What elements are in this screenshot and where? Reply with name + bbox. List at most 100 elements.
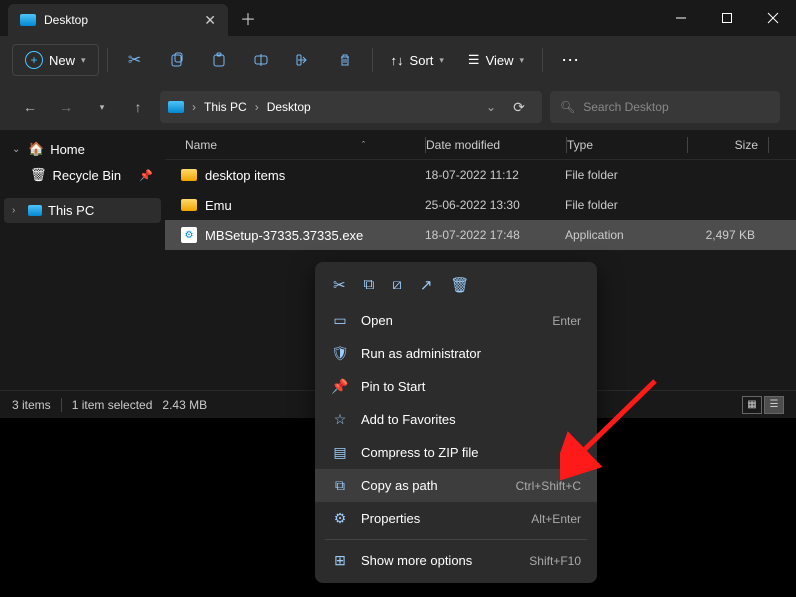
tab-title: Desktop bbox=[44, 13, 88, 27]
more-button[interactable]: ⋯ bbox=[551, 44, 589, 77]
file-row[interactable]: Emu 25-06-2022 13:30 File folder bbox=[165, 190, 796, 220]
maximize-button[interactable] bbox=[704, 0, 750, 36]
sidebar-label: Recycle Bin bbox=[53, 168, 122, 183]
chevron-down-icon: ▾ bbox=[439, 55, 444, 66]
star-icon: ☆ bbox=[331, 411, 349, 428]
pin-icon: 📌 bbox=[139, 169, 153, 182]
sidebar-item-recycle[interactable]: 🗑 Recycle Bin 📌 bbox=[4, 162, 161, 188]
status-items: 3 items bbox=[12, 398, 51, 412]
ctx-copy-as-path[interactable]: ⧉ Copy as path Ctrl+Shift+C bbox=[315, 469, 597, 502]
titlebar: Desktop ✕ ＋ bbox=[0, 0, 796, 36]
sort-indicator-icon: ˆ bbox=[362, 140, 365, 150]
more-icon: ⊞ bbox=[331, 552, 349, 569]
separator bbox=[325, 539, 587, 540]
close-button[interactable] bbox=[750, 0, 796, 36]
sidebar-label: This PC bbox=[48, 203, 94, 218]
ctx-run-admin[interactable]: 🛡 Run as administrator bbox=[315, 337, 597, 370]
separator bbox=[542, 48, 543, 72]
properties-icon: ⚙ bbox=[331, 510, 349, 527]
desktop-icon bbox=[20, 14, 36, 26]
sidebar: ⌄ 🏠 Home 🗑 Recycle Bin 📌 › This PC bbox=[0, 130, 165, 390]
details-view-button[interactable]: ☰ bbox=[764, 396, 784, 414]
search-icon: 🔍︎ bbox=[560, 100, 575, 114]
chevron-right-icon: › bbox=[12, 205, 22, 216]
copy-path-icon: ⧉ bbox=[331, 477, 349, 494]
up-button[interactable]: ↑ bbox=[124, 93, 152, 121]
window-controls bbox=[658, 0, 796, 36]
plus-icon: + bbox=[25, 51, 43, 69]
breadcrumb-current[interactable]: Desktop bbox=[267, 100, 311, 114]
share-icon[interactable] bbox=[284, 42, 322, 78]
application-icon: ⚙ bbox=[181, 227, 197, 243]
column-headers: Nameˆ Date modified Type Size bbox=[165, 130, 796, 160]
new-tab-button[interactable]: ＋ bbox=[240, 6, 256, 30]
minimize-button[interactable] bbox=[658, 0, 704, 36]
copy-icon[interactable] bbox=[158, 42, 196, 78]
location-icon bbox=[168, 101, 184, 113]
close-tab-icon[interactable]: ✕ bbox=[204, 12, 216, 29]
breadcrumb-root[interactable]: This PC bbox=[204, 100, 247, 114]
zip-icon: ▤ bbox=[331, 444, 349, 461]
copy-icon[interactable]: ⧉ bbox=[364, 276, 375, 294]
chevron-down-icon: ▾ bbox=[81, 55, 86, 66]
cut-icon[interactable]: ✂ bbox=[116, 42, 154, 78]
breadcrumb[interactable]: › This PC › Desktop ⌄ ⟳ bbox=[160, 91, 542, 123]
context-quick-actions: ✂ ⧉ ⧄ ↗ 🗑 bbox=[315, 268, 597, 304]
refresh-icon[interactable]: ⟳ bbox=[504, 99, 534, 116]
file-row[interactable]: ⚙MBSetup-37335.37335.exe 18-07-2022 17:4… bbox=[165, 220, 796, 250]
pin-icon: 📌 bbox=[331, 378, 349, 395]
view-toggles: ▦ ☰ bbox=[742, 396, 784, 414]
column-date[interactable]: Date modified bbox=[426, 138, 566, 152]
column-name[interactable]: Nameˆ bbox=[165, 138, 425, 152]
sidebar-item-thispc[interactable]: › This PC bbox=[4, 198, 161, 223]
cut-icon[interactable]: ✂ bbox=[333, 276, 346, 294]
view-button[interactable]: ☰ View ▾ bbox=[458, 46, 534, 74]
context-menu: ✂ ⧉ ⧄ ↗ 🗑 ▭ Open Enter 🛡 Run as administ… bbox=[315, 262, 597, 583]
delete-icon[interactable]: 🗑 bbox=[450, 276, 469, 294]
ctx-show-more[interactable]: ⊞ Show more options Shift+F10 bbox=[315, 544, 597, 577]
ctx-open[interactable]: ▭ Open Enter bbox=[315, 304, 597, 337]
new-button[interactable]: + New ▾ bbox=[12, 44, 99, 76]
recent-button[interactable]: ▾ bbox=[88, 93, 116, 121]
chevron-right-icon: › bbox=[255, 100, 259, 114]
rename-icon[interactable] bbox=[242, 42, 280, 78]
chevron-down-icon: ▾ bbox=[520, 55, 525, 66]
sort-icon: ↑↓ bbox=[391, 53, 404, 68]
address-bar: ← → ▾ ↑ › This PC › Desktop ⌄ ⟳ 🔍︎ Searc… bbox=[0, 84, 796, 130]
ctx-properties[interactable]: ⚙ Properties Alt+Enter bbox=[315, 502, 597, 535]
column-type[interactable]: Type bbox=[567, 138, 687, 152]
new-label: New bbox=[49, 53, 75, 68]
ctx-add-favorites[interactable]: ☆ Add to Favorites bbox=[315, 403, 597, 436]
paste-icon[interactable] bbox=[200, 42, 238, 78]
back-button[interactable]: ← bbox=[16, 93, 44, 121]
column-size[interactable]: Size bbox=[688, 138, 768, 152]
rename-icon[interactable]: ⧄ bbox=[392, 276, 402, 294]
ctx-pin-start[interactable]: 📌 Pin to Start bbox=[315, 370, 597, 403]
share-icon[interactable]: ↗ bbox=[420, 276, 433, 294]
sidebar-label: Home bbox=[50, 142, 85, 157]
sort-label: Sort bbox=[410, 53, 434, 68]
thumbnails-view-button[interactable]: ▦ bbox=[742, 396, 762, 414]
file-list: desktop items 18-07-2022 11:12 File fold… bbox=[165, 160, 796, 250]
home-icon: 🏠 bbox=[28, 141, 44, 157]
recycle-bin-icon: 🗑 bbox=[30, 167, 47, 183]
view-icon: ☰ bbox=[468, 52, 480, 68]
chevron-right-icon: › bbox=[192, 100, 196, 114]
ctx-compress-zip[interactable]: ▤ Compress to ZIP file bbox=[315, 436, 597, 469]
sort-button[interactable]: ↑↓ Sort ▾ bbox=[381, 47, 454, 74]
folder-icon bbox=[181, 199, 197, 211]
pc-icon bbox=[28, 205, 42, 216]
separator bbox=[107, 48, 108, 72]
forward-button[interactable]: → bbox=[52, 93, 80, 121]
open-icon: ▭ bbox=[331, 312, 349, 329]
file-row[interactable]: desktop items 18-07-2022 11:12 File fold… bbox=[165, 160, 796, 190]
chevron-down-icon: ⌄ bbox=[12, 144, 22, 155]
sidebar-item-home[interactable]: ⌄ 🏠 Home bbox=[4, 136, 161, 162]
separator bbox=[372, 48, 373, 72]
tab-desktop[interactable]: Desktop ✕ bbox=[8, 4, 228, 36]
status-size: 2.43 MB bbox=[162, 398, 207, 412]
search-input[interactable]: 🔍︎ Search Desktop bbox=[550, 91, 780, 123]
chevron-down-icon[interactable]: ⌄ bbox=[486, 100, 496, 114]
delete-icon[interactable] bbox=[326, 42, 364, 78]
view-label: View bbox=[486, 53, 514, 68]
